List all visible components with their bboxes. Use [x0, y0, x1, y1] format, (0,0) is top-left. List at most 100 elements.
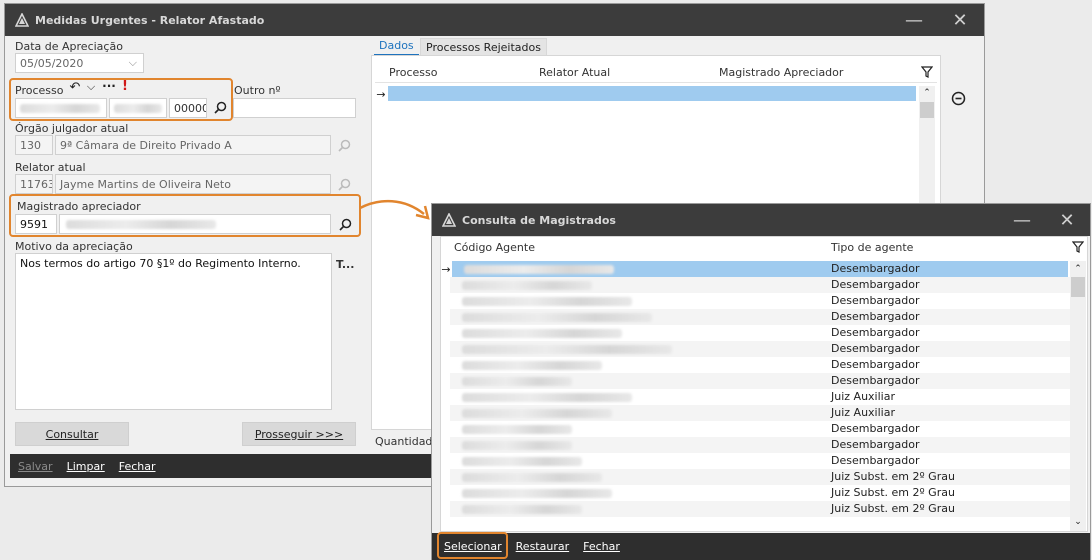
dialog-scrollbar[interactable] — [1070, 261, 1086, 531]
redacted-agent-cell — [462, 457, 582, 466]
tipo-agente-cell: Desembargador — [831, 454, 920, 467]
header-tipo-agente[interactable]: Tipo de agente — [831, 241, 913, 254]
table-row[interactable]: Desembargador — [452, 261, 1068, 277]
motivo-label: Motivo da apreciação — [15, 240, 133, 253]
tipo-agente-cell: Desembargador — [831, 342, 920, 355]
tipo-agente-cell: Desembargador — [831, 438, 920, 451]
data-apreciacao-value: 05/05/2020 — [20, 57, 84, 70]
data-apreciacao-field[interactable]: 05/05/2020 ⌵ — [15, 53, 144, 73]
prosseguir-button[interactable]: Prosseguir >>> — [242, 422, 356, 446]
magistrado-highlight — [9, 194, 361, 237]
tipo-agente-cell: Juiz Subst. em 2º Grau — [831, 502, 955, 515]
relator-code-field[interactable]: 11763 — [15, 174, 53, 194]
tipo-agente-cell: Desembargador — [831, 294, 920, 307]
header-codigo-agente[interactable]: Código Agente — [454, 241, 535, 254]
limpar-button[interactable]: Limpar — [67, 460, 105, 473]
table-row[interactable]: Juiz Subst. em 2º Grau — [450, 469, 1070, 485]
scroll-down-icon[interactable]: ⌄ — [1070, 515, 1086, 529]
redacted-agent-cell — [462, 489, 612, 498]
tipo-agente-cell: Desembargador — [831, 358, 920, 371]
redacted-agent-cell — [462, 425, 572, 434]
main-toolbar: Salvar Limpar Fechar — [10, 454, 432, 478]
table-row[interactable]: Desembargador — [450, 421, 1070, 437]
grid-header-magistrado[interactable]: Magistrado Apreciador — [719, 66, 843, 79]
tipo-agente-cell: Desembargador — [831, 326, 920, 339]
quantidade-label: Quantidade — [375, 435, 440, 448]
data-apreciacao-label: Data de Apreciação — [15, 40, 123, 53]
relator-name-field[interactable]: Jayme Martins de Oliveira Neto — [55, 174, 331, 194]
dialog-fechar-button[interactable]: Fechar — [583, 540, 620, 553]
search-icon[interactable] — [335, 136, 353, 154]
table-row[interactable]: Desembargador — [450, 437, 1070, 453]
close-button[interactable]: ✕ — [940, 4, 980, 36]
table-row[interactable]: Juiz Auxiliar — [450, 389, 1070, 405]
grid-scrollbar-thumb[interactable] — [920, 102, 934, 118]
redacted-agent-cell — [462, 329, 622, 338]
motivo-textarea[interactable]: Nos termos do artigo 70 §1º do Regimento… — [15, 253, 332, 410]
chevron-down-icon[interactable]: ⌵ — [129, 56, 137, 70]
table-row[interactable]: Desembargador — [450, 277, 1070, 293]
table-row[interactable]: Desembargador — [450, 453, 1070, 469]
motivo-text: Nos termos do artigo 70 §1º do Regimento… — [20, 257, 301, 270]
redacted-agent-cell — [462, 345, 672, 354]
table-row[interactable]: Desembargador — [450, 357, 1070, 373]
tipo-agente-cell: Juiz Subst. em 2º Grau — [831, 470, 955, 483]
app-logo-icon — [442, 213, 456, 227]
redacted-agent-cell — [462, 281, 592, 290]
dialog-toolbar: Selecionar Restaurar Fechar — [432, 533, 1090, 560]
search-icon[interactable] — [335, 175, 353, 193]
grid-header — [375, 61, 937, 83]
tipo-agente-cell: Desembargador — [831, 310, 920, 323]
relator-label: Relator atual — [15, 161, 86, 174]
table-row[interactable]: Juiz Subst. em 2º Grau — [450, 501, 1070, 517]
orgao-label: Órgão julgador atual — [15, 122, 129, 135]
table-row[interactable]: Desembargador — [450, 309, 1070, 325]
orgao-name-value: 9ª Câmara de Direito Privado A — [60, 139, 232, 152]
salvar-button[interactable]: Salvar — [18, 460, 53, 473]
redacted-agent-cell — [462, 393, 632, 402]
remove-icon[interactable] — [950, 90, 966, 106]
redacted-agent-cell — [462, 361, 602, 370]
scroll-up-icon[interactable]: ⌃ — [919, 86, 935, 100]
filter-icon[interactable] — [920, 65, 934, 79]
redacted-agent-cell — [462, 441, 572, 450]
redacted-agent-cell — [462, 505, 582, 514]
dialog-minimize-button[interactable]: — — [1002, 204, 1042, 236]
tipo-agente-cell: Desembargador — [831, 374, 920, 387]
relator-name-value: Jayme Martins de Oliveira Neto — [60, 178, 231, 191]
tipo-agente-cell: Desembargador — [831, 422, 920, 435]
tab-dados[interactable]: Dados — [374, 37, 419, 56]
table-row[interactable]: Desembargador — [450, 293, 1070, 309]
filter-icon[interactable] — [1071, 240, 1085, 254]
orgao-code-field[interactable]: 130 — [15, 135, 53, 155]
dialog-scrollbar-thumb[interactable] — [1071, 277, 1085, 297]
outro-numero-label: Outro nº — [234, 84, 281, 97]
tipo-agente-cell: Juiz Auxiliar — [831, 390, 895, 403]
main-window-title: Medidas Urgentes - Relator Afastado — [35, 13, 265, 27]
consultar-button[interactable]: Consultar — [15, 422, 129, 446]
scroll-up-icon[interactable]: ⌃ — [1070, 262, 1086, 276]
redacted-agent-cell — [462, 297, 632, 306]
redacted-agent-cell — [462, 409, 612, 418]
grid-selected-row[interactable] — [388, 86, 916, 101]
table-row[interactable]: Juiz Auxiliar — [450, 405, 1070, 421]
table-row[interactable]: Juiz Subst. em 2º Grau — [450, 485, 1070, 501]
motivo-side-label[interactable]: T... — [336, 258, 354, 271]
restaurar-button[interactable]: Restaurar — [516, 540, 569, 553]
connector-arrow — [359, 199, 430, 220]
minimize-button[interactable]: — — [894, 4, 934, 36]
table-row[interactable]: Desembargador — [450, 325, 1070, 341]
tipo-agente-cell: Desembargador — [831, 262, 920, 275]
grid-header-relator[interactable]: Relator Atual — [539, 66, 610, 79]
dialog-close-button[interactable]: ✕ — [1047, 204, 1087, 236]
table-row[interactable]: Desembargador — [450, 341, 1070, 357]
fechar-button[interactable]: Fechar — [119, 460, 156, 473]
outro-numero-field[interactable] — [233, 98, 356, 118]
main-titlebar: Medidas Urgentes - Relator Afastado — ✕ — [5, 4, 984, 36]
dialog-title: Consulta de Magistrados — [462, 213, 616, 227]
orgao-code-value: 130 — [20, 139, 41, 152]
processo-highlight — [9, 78, 233, 121]
grid-header-processo[interactable]: Processo — [389, 66, 437, 79]
orgao-name-field[interactable]: 9ª Câmara de Direito Privado A — [55, 135, 331, 155]
table-row[interactable]: Desembargador — [450, 373, 1070, 389]
